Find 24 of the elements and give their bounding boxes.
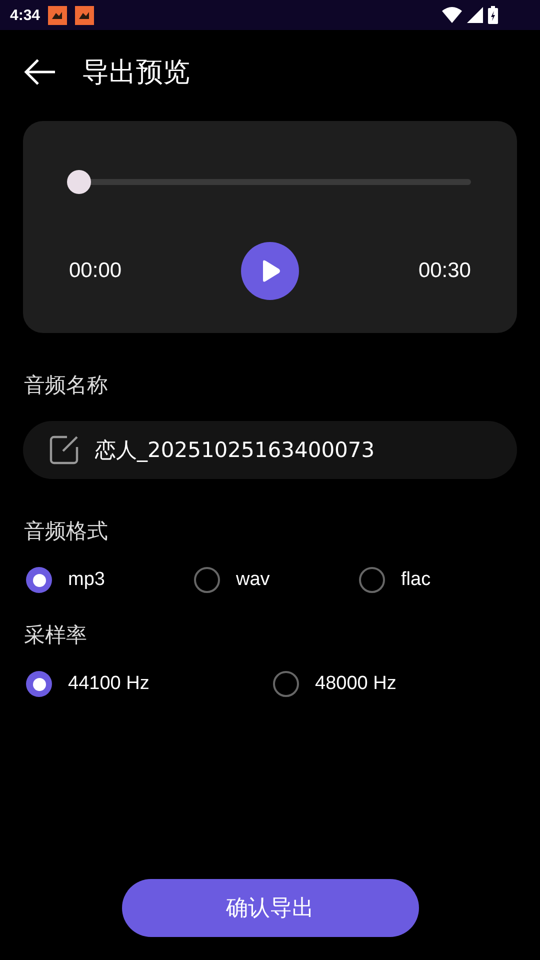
name-field[interactable]: 恋人_20251025163400073 <box>23 421 517 479</box>
elapsed-time: 00:00 <box>69 259 122 283</box>
radio-option[interactable]: mp3 <box>26 567 194 593</box>
duration-time: 00:30 <box>418 259 471 283</box>
section-label: 采样率 <box>24 622 88 649</box>
section-label: 音频格式 <box>24 518 109 545</box>
radio-option[interactable]: wav <box>194 567 359 593</box>
wifi-icon <box>442 7 462 23</box>
radio-option[interactable]: 44100 Hz <box>26 671 273 697</box>
status-time: 4:34 <box>10 6 40 24</box>
notification-icon <box>48 6 68 24</box>
radio-option[interactable]: flac <box>359 567 540 593</box>
notification-icon <box>75 6 94 24</box>
page-title: 导出预览 <box>82 56 190 90</box>
section-label: 音频名称 <box>24 372 109 399</box>
battery-icon <box>488 6 498 24</box>
name-input[interactable]: 恋人_20251025163400073 <box>95 438 495 462</box>
progress-thumb[interactable] <box>67 170 91 194</box>
edit-icon <box>49 435 79 465</box>
confirm-export-button[interactable]: 确认导出 <box>122 879 418 937</box>
signal-icon <box>467 7 483 23</box>
radio-option[interactable]: 48000 Hz <box>273 671 540 697</box>
back-icon[interactable] <box>24 58 56 86</box>
progress-slider[interactable] <box>67 170 471 194</box>
